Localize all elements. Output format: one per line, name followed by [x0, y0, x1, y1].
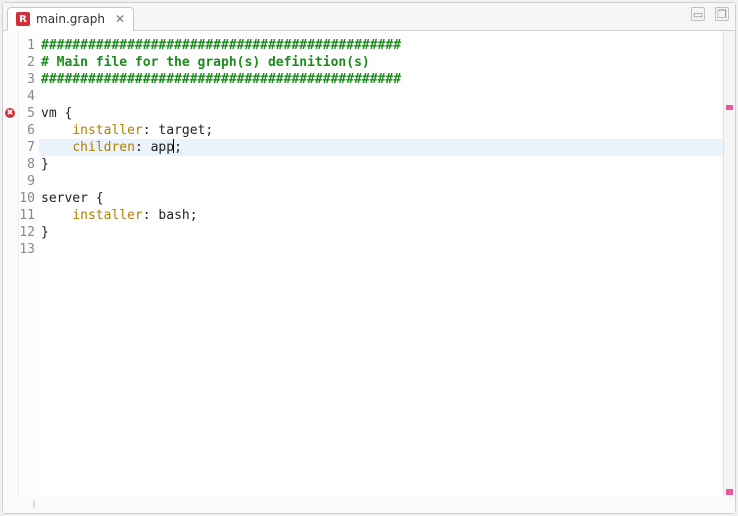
- token: : app: [135, 140, 174, 155]
- token: children: [72, 140, 135, 155]
- code-line[interactable]: server {: [39, 190, 723, 207]
- editor-area: ✖ 12345678910111213 ####################…: [3, 31, 735, 497]
- overview-ruler[interactable]: [723, 31, 735, 497]
- token: [41, 123, 72, 138]
- scrollbar-thumb[interactable]: [33, 500, 35, 509]
- code-line[interactable]: installer: target;: [39, 122, 723, 139]
- code-line[interactable]: installer: bash;: [39, 207, 723, 224]
- line-number: 7: [19, 139, 35, 156]
- error-icon[interactable]: ✖: [5, 108, 15, 118]
- line-number: 4: [19, 88, 35, 105]
- minimize-button[interactable]: ▭: [691, 7, 705, 21]
- code-line[interactable]: ########################################…: [39, 71, 723, 88]
- line-number: 8: [19, 156, 35, 173]
- token: }: [41, 225, 49, 240]
- restore-button[interactable]: ❐: [715, 7, 729, 21]
- code-line[interactable]: vm {: [39, 105, 723, 122]
- code-line[interactable]: [39, 241, 723, 258]
- tab-title: main.graph: [36, 12, 105, 26]
- line-number: 9: [19, 173, 35, 190]
- token: installer: [72, 123, 142, 138]
- line-number: 3: [19, 71, 35, 88]
- line-number: 2: [19, 54, 35, 71]
- tab-bar: R main.graph ✕ ▭ ❐: [3, 3, 735, 31]
- token: : bash;: [143, 208, 198, 223]
- code-line[interactable]: [39, 173, 723, 190]
- overview-error-marker[interactable]: [726, 105, 733, 110]
- line-number: 12: [19, 224, 35, 241]
- line-number: 5: [19, 105, 35, 122]
- token: [41, 208, 72, 223]
- line-number: 10: [19, 190, 35, 207]
- token: }: [41, 157, 49, 172]
- window-controls: ▭ ❐: [691, 7, 729, 21]
- token: : target;: [143, 123, 213, 138]
- token: # Main file for the graph(s) definition(…: [41, 55, 370, 70]
- overview-end-marker: [726, 489, 733, 495]
- token: server {: [41, 191, 104, 206]
- token: ;: [174, 140, 182, 155]
- code-line[interactable]: }: [39, 224, 723, 241]
- code-line[interactable]: children: app;: [39, 139, 723, 156]
- annotation-ruler[interactable]: ✖: [3, 31, 19, 497]
- token: ########################################…: [41, 38, 401, 53]
- code-line[interactable]: [39, 88, 723, 105]
- tab-main-graph[interactable]: R main.graph ✕: [7, 7, 134, 31]
- r-file-icon: R: [16, 12, 30, 26]
- close-tab-icon[interactable]: ✕: [115, 12, 125, 26]
- line-number-gutter[interactable]: 12345678910111213: [19, 31, 39, 497]
- token: vm {: [41, 106, 72, 121]
- line-number: 6: [19, 122, 35, 139]
- token: installer: [72, 208, 142, 223]
- code-area[interactable]: ########################################…: [39, 31, 723, 497]
- editor-window: R main.graph ✕ ▭ ❐ ✖ 12345678910111213 #…: [2, 2, 736, 514]
- token: ########################################…: [41, 72, 401, 87]
- editor-footer: [3, 497, 735, 513]
- code-line[interactable]: ########################################…: [39, 37, 723, 54]
- token: [41, 140, 72, 155]
- line-number: 1: [19, 37, 35, 54]
- code-line[interactable]: }: [39, 156, 723, 173]
- code-line[interactable]: # Main file for the graph(s) definition(…: [39, 54, 723, 71]
- line-number: 11: [19, 207, 35, 224]
- line-number: 13: [19, 241, 35, 258]
